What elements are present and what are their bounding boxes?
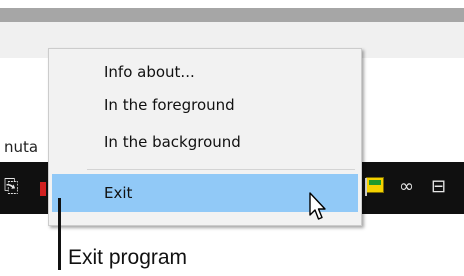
menu-item-background[interactable]: In the background [52, 127, 358, 157]
flag-icon[interactable] [365, 177, 384, 196]
link-icon[interactable]: ∞ [399, 178, 414, 196]
menu-item-label: Info about... [104, 63, 195, 81]
menu-item-label: In the background [104, 133, 241, 151]
tray-icon[interactable]: ⎘ [4, 178, 18, 196]
window-title-bar [0, 8, 464, 22]
menu-item-label: In the foreground [104, 96, 235, 114]
red-app-icon[interactable] [40, 182, 46, 196]
mouse-cursor-icon [309, 192, 326, 220]
network-icon[interactable]: ⊟ [431, 178, 446, 196]
menu-item-label: Exit [104, 184, 133, 202]
callout-label: Exit program [68, 246, 188, 269]
menu-item-foreground[interactable]: In the foreground [52, 90, 358, 120]
menu-separator [87, 169, 355, 170]
callout-line [58, 198, 61, 270]
menu-item-info-about[interactable]: Info about... [52, 57, 358, 87]
partial-background-text: nuta [4, 138, 39, 156]
window-top-area [0, 0, 464, 22]
